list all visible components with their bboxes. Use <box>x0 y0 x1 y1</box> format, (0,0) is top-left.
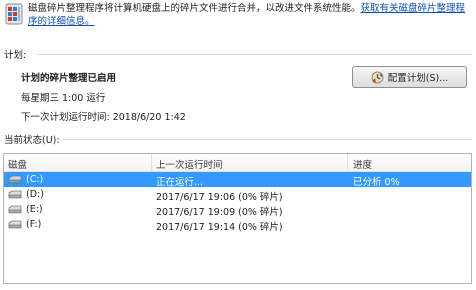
configure-schedule-label: 配置计划(S)... <box>387 73 449 84</box>
table-row-e[interactable]: (E:) 2017/6/17 19:09 (0% 碎片) <box>4 202 471 218</box>
table-header: 磁盘 上一次运行时间 进度 <box>4 154 471 172</box>
defragmenter-icon <box>5 3 23 25</box>
status-divider <box>62 139 472 140</box>
table-row-f[interactable]: (F:) 2017/6/17 19:14 (0% 碎片) <box>4 217 471 233</box>
table-row-d[interactable]: (D:) 2017/6/17 19:06 (0% 碎片) <box>4 187 471 203</box>
disk-name: (F:) <box>26 219 42 230</box>
schedule-frequency: 每星期三 1:00 运行 <box>21 93 106 104</box>
last-run: 2017/6/17 19:09 (0% 碎片) <box>156 207 283 218</box>
disk-name: (D:) <box>26 189 44 200</box>
hard-disk-icon <box>8 205 22 214</box>
column-last-run[interactable]: 上一次运行时间 <box>156 157 223 171</box>
current-status-label: 当前状态(U): <box>4 135 60 146</box>
hard-disk-icon <box>8 175 22 184</box>
schedule-divider <box>36 54 472 55</box>
schedule-shield-icon <box>371 71 384 83</box>
intro-text: 磁盘碎片整理程序将计算机硬盘上的碎片文件进行合并，以改进文件系统性能。获取有关磁… <box>28 2 474 28</box>
last-run: 2017/6/17 19:06 (0% 碎片) <box>156 192 283 203</box>
column-separator <box>151 154 152 171</box>
progress: 已分析 0% <box>353 177 400 188</box>
disk-status-table[interactable]: 磁盘 上一次运行时间 进度 (C:) 正在运行... 已分析 0% (D:) 2… <box>3 153 472 284</box>
last-run: 正在运行... <box>156 177 204 188</box>
column-separator <box>347 154 348 171</box>
disk-name: (E:) <box>26 204 43 215</box>
intro-description: 磁盘碎片整理程序将计算机硬盘上的碎片文件进行合并，以改进文件系统性能。 <box>28 3 361 14</box>
schedule-status-title: 计划的碎片整理已启用 <box>21 73 117 84</box>
hard-disk-icon <box>8 190 22 199</box>
column-disk[interactable]: 磁盘 <box>8 157 27 171</box>
column-progress[interactable]: 进度 <box>353 157 372 171</box>
last-run: 2017/6/17 19:14 (0% 碎片) <box>156 222 283 233</box>
schedule-section-label: 计划: <box>4 50 27 61</box>
disk-name: (C:) <box>26 174 44 185</box>
configure-schedule-button[interactable]: 配置计划(S)... <box>352 66 467 88</box>
next-run-time: 下一次计划运行时间: 2018/6/20 1:42 <box>21 112 186 123</box>
hard-disk-icon <box>8 220 22 229</box>
table-row-c[interactable]: (C:) 正在运行... 已分析 0% <box>4 172 471 188</box>
